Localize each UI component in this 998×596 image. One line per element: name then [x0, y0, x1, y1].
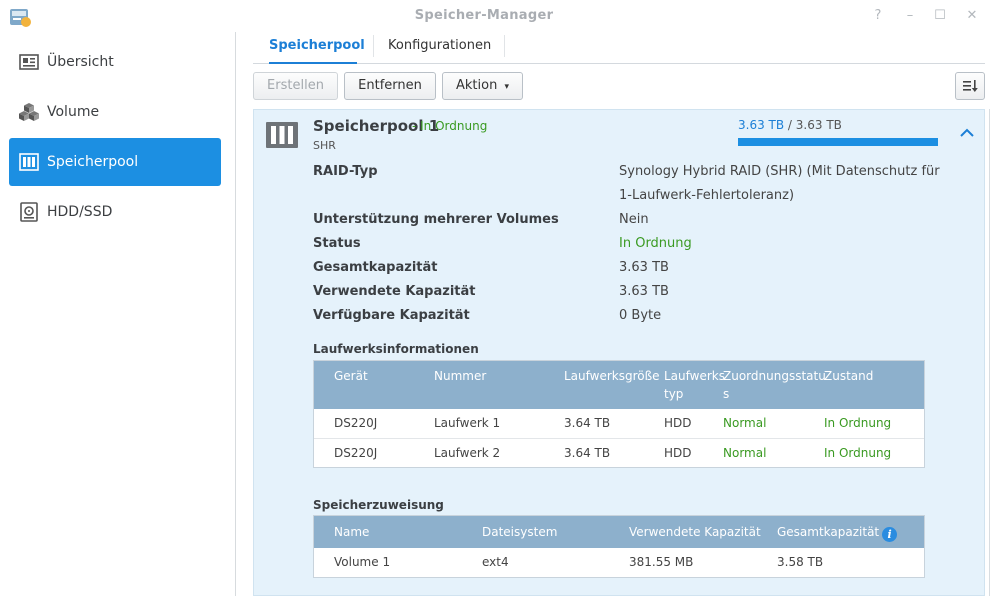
- tab-divider: [504, 35, 505, 57]
- sort-button[interactable]: [955, 72, 985, 100]
- scrollbar[interactable]: [985, 109, 998, 596]
- sort-icon: [963, 80, 978, 92]
- prop-value: 0 Byte: [619, 308, 662, 323]
- info-icon[interactable]: i: [882, 527, 898, 542]
- col-total-capacity-label: Gesamtkapazität: [777, 525, 880, 539]
- scrollbar-track: [989, 109, 990, 596]
- pool-status: - In Ordnung: [412, 119, 488, 133]
- allocation-table-header: Name Dateisystem Verwendete Kapazität Ge…: [314, 516, 924, 548]
- col-device[interactable]: Gerät: [334, 367, 368, 385]
- col-type-line2: typ: [664, 387, 684, 401]
- drive-table-header: Gerät Nummer Laufwerksgröße Laufwerks ty…: [314, 361, 924, 409]
- prop-value: 3.63 TB: [619, 260, 669, 275]
- close-button[interactable]: ✕: [961, 6, 983, 26]
- maximize-button[interactable]: ☐: [929, 6, 951, 26]
- minimize-button[interactable]: –: [899, 6, 921, 26]
- cell-device: DS220J: [334, 446, 378, 460]
- chevron-down-icon: ▾: [504, 82, 509, 92]
- capacity-used: 3.63 TB: [738, 118, 785, 132]
- tab-divider: [373, 35, 374, 57]
- sidebar-item-label: HDD/SSD: [47, 204, 113, 220]
- action-label: Aktion: [456, 78, 498, 93]
- prop-value: 1-Laufwerk-Fehlertoleranz): [619, 188, 795, 203]
- storage-pool-icon: [19, 153, 39, 171]
- sidebar-item-storage-pool[interactable]: Speicherpool: [9, 138, 221, 186]
- allocation-title: Speicherzuweisung: [313, 498, 444, 512]
- col-filesystem[interactable]: Dateisystem: [482, 523, 557, 541]
- table-row[interactable]: DS220J Laufwerk 1 3.64 TB HDD Normal In …: [314, 409, 924, 438]
- drive-info-title: Laufwerksinformationen: [313, 342, 479, 356]
- pool-type: SHR: [313, 139, 336, 152]
- col-used-capacity[interactable]: Verwendete Kapazität: [629, 523, 761, 541]
- table-row[interactable]: Volume 1 ext4 381.55 MB 3.58 TB: [314, 548, 924, 577]
- capacity-readout: 3.63 TB / 3.63 TB: [738, 118, 842, 132]
- sidebar-item-label: Übersicht: [47, 54, 114, 70]
- table-row[interactable]: DS220J Laufwerk 2 3.64 TB HDD Normal In …: [314, 438, 924, 467]
- sidebar: Übersicht Volume Speicherpool HDD/SSD: [0, 32, 236, 596]
- prop-value: Nein: [619, 212, 649, 227]
- help-button[interactable]: ?: [867, 6, 889, 26]
- col-state[interactable]: Zustand: [824, 367, 873, 385]
- hdd-icon: [20, 202, 38, 222]
- capacity-bar: [738, 138, 938, 146]
- col-number[interactable]: Nummer: [434, 367, 486, 385]
- create-button[interactable]: Erstellen: [253, 72, 338, 100]
- chevron-up-icon[interactable]: [959, 127, 975, 139]
- cell-state: In Ordnung: [824, 416, 892, 430]
- storage-pool-panel: Speicherpool 1 - In Ordnung SHR 3.63 TB …: [253, 109, 985, 596]
- prop-label: Status: [313, 236, 361, 251]
- col-allocation[interactable]: Zuordnungsstatu s: [723, 367, 826, 403]
- title-bar: Speicher-Manager ? – ☐ ✕: [0, 0, 998, 32]
- cell-device: DS220J: [334, 416, 378, 430]
- prop-label: Verfügbare Kapazität: [313, 308, 470, 323]
- cell-allocation: Normal: [723, 416, 767, 430]
- cell-used-capacity: 381.55 MB: [629, 555, 694, 569]
- cell-type: HDD: [664, 416, 692, 430]
- tab-bar: Speicherpool Konfigurationen: [253, 32, 985, 64]
- capacity-separator: /: [784, 118, 796, 132]
- cell-name: Volume 1: [334, 555, 391, 569]
- prop-value: In Ordnung: [619, 236, 692, 251]
- cell-state: In Ordnung: [824, 446, 892, 460]
- prop-label: Verwendete Kapazität: [313, 284, 476, 299]
- cell-size: 3.64 TB: [564, 446, 611, 460]
- action-dropdown-button[interactable]: Aktion ▾: [442, 72, 523, 100]
- col-allocation-line2: s: [723, 387, 730, 401]
- cell-type: HDD: [664, 446, 692, 460]
- cell-number: Laufwerk 2: [434, 446, 501, 460]
- overview-icon: [19, 54, 39, 70]
- capacity-bar-fill: [738, 138, 938, 146]
- col-type-line1: Laufwerks: [664, 369, 725, 383]
- col-type[interactable]: Laufwerks typ: [664, 367, 725, 403]
- col-name[interactable]: Name: [334, 523, 369, 541]
- allocation-table: Name Dateisystem Verwendete Kapazität Ge…: [313, 515, 925, 578]
- prop-label: Gesamtkapazität: [313, 260, 438, 275]
- prop-value: Synology Hybrid RAID (SHR) (Mit Datensch…: [619, 164, 940, 179]
- tab-configurations[interactable]: Konfigurationen: [388, 38, 498, 64]
- storage-pool-icon: [266, 122, 298, 148]
- sidebar-item-volume[interactable]: Volume: [9, 88, 221, 136]
- prop-value: 3.63 TB: [619, 284, 669, 299]
- sidebar-item-label: Volume: [47, 104, 100, 120]
- sidebar-item-overview[interactable]: Übersicht: [9, 38, 221, 86]
- window-title: Speicher-Manager: [414, 8, 554, 23]
- cell-total-capacity: 3.58 TB: [777, 555, 824, 569]
- drive-table: Gerät Nummer Laufwerksgröße Laufwerks ty…: [313, 360, 925, 468]
- col-size[interactable]: Laufwerksgröße: [564, 367, 660, 385]
- capacity-total: 3.63 TB: [795, 118, 842, 132]
- cell-filesystem: ext4: [482, 555, 509, 569]
- sidebar-item-hdd-ssd[interactable]: HDD/SSD: [9, 188, 221, 236]
- tab-storage-pool[interactable]: Speicherpool: [269, 38, 365, 64]
- prop-label: RAID-Typ: [313, 164, 378, 179]
- sidebar-item-label: Speicherpool: [47, 154, 139, 170]
- cell-number: Laufwerk 1: [434, 416, 501, 430]
- col-total-capacity[interactable]: Gesamtkapazität i: [777, 523, 898, 542]
- remove-button[interactable]: Entfernen: [344, 72, 436, 100]
- prop-label: Unterstützung mehrerer Volumes: [313, 212, 559, 227]
- cell-allocation: Normal: [723, 446, 767, 460]
- col-allocation-line1: Zuordnungsstatu: [723, 369, 826, 383]
- cell-size: 3.64 TB: [564, 416, 611, 430]
- volume-cubes-icon: [19, 103, 39, 121]
